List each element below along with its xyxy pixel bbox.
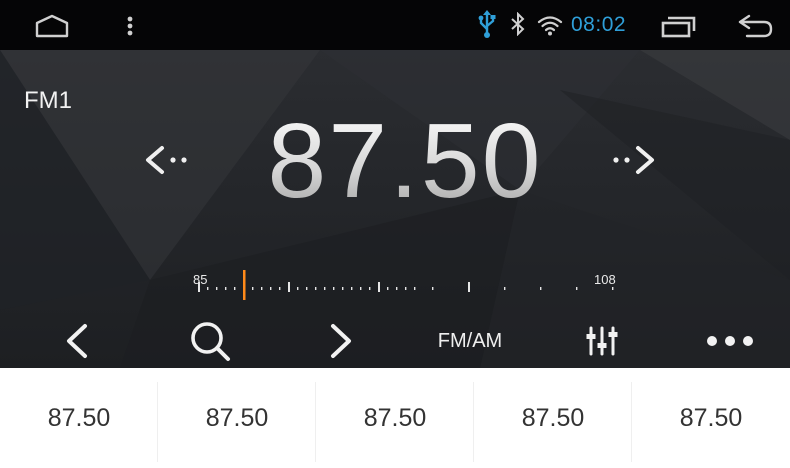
preset-list: 87.50 87.50 87.50 87.50 87.50	[0, 368, 790, 468]
search-icon	[191, 322, 230, 361]
tuner-needle	[243, 270, 246, 300]
prev-button[interactable]	[52, 318, 102, 364]
scale-tick	[504, 287, 506, 290]
search-button[interactable]	[183, 318, 237, 364]
next-button[interactable]	[316, 318, 366, 364]
scale-tick	[252, 287, 254, 290]
scale-tick	[288, 282, 290, 292]
scale-tick	[369, 287, 371, 290]
scale-tick	[342, 287, 344, 290]
scale-tick	[360, 287, 362, 290]
scale-tick	[333, 287, 335, 290]
preset-4[interactable]: 87.50	[474, 368, 632, 468]
preset-5[interactable]: 87.50	[632, 368, 790, 468]
seek-prev-icon[interactable]	[144, 143, 194, 177]
band-toggle-button[interactable]: FM/AM	[418, 318, 522, 364]
scale-tick	[387, 287, 389, 290]
band-label: FM1	[24, 87, 72, 114]
equalizer-icon	[586, 326, 618, 356]
back-icon[interactable]	[737, 14, 773, 38]
scale-tick	[612, 287, 614, 290]
scale-tick	[216, 287, 218, 290]
scale-tick	[432, 287, 434, 290]
status-clock: 08:02	[571, 13, 627, 36]
scale-tick	[324, 287, 326, 290]
wifi-icon	[537, 16, 563, 36]
status-bar: 08:02	[0, 0, 790, 50]
chevron-right-icon	[331, 324, 351, 358]
scale-tick	[378, 282, 380, 292]
preset-1[interactable]: 87.50	[0, 368, 158, 468]
menu-icon[interactable]	[124, 15, 136, 37]
radio-panel: FM1 87.50 85 108 FM/AM	[0, 50, 790, 368]
bluetooth-icon	[511, 12, 525, 36]
scale-tick	[261, 287, 263, 290]
chevron-left-icon	[67, 324, 87, 358]
seek-next-icon[interactable]	[608, 143, 658, 177]
scale-tick	[468, 282, 470, 292]
scale-tick	[351, 287, 353, 290]
scale-ticks	[198, 282, 614, 292]
preset-2[interactable]: 87.50	[158, 368, 316, 468]
scale-tick	[270, 287, 272, 290]
scale-tick	[576, 287, 578, 290]
scale-tick	[540, 287, 542, 290]
scale-tick	[234, 287, 236, 290]
scale-tick	[198, 282, 200, 292]
usb-icon	[478, 10, 496, 38]
home-icon[interactable]	[34, 14, 70, 38]
more-button[interactable]	[698, 318, 762, 364]
scale-tick	[279, 287, 281, 290]
scale-tick	[396, 287, 398, 290]
scale-tick	[225, 287, 227, 290]
more-icon	[707, 336, 753, 346]
scale-tick	[414, 287, 416, 290]
scale-tick	[297, 287, 299, 290]
equalizer-button[interactable]	[577, 318, 627, 364]
frequency-display: 87.50	[250, 102, 560, 222]
tuner-scale[interactable]	[185, 268, 625, 302]
scale-tick	[405, 287, 407, 290]
scale-tick	[207, 287, 209, 290]
recents-icon[interactable]	[660, 14, 696, 38]
scale-tick	[306, 287, 308, 290]
scale-tick	[315, 287, 317, 290]
preset-3[interactable]: 87.50	[316, 368, 474, 468]
